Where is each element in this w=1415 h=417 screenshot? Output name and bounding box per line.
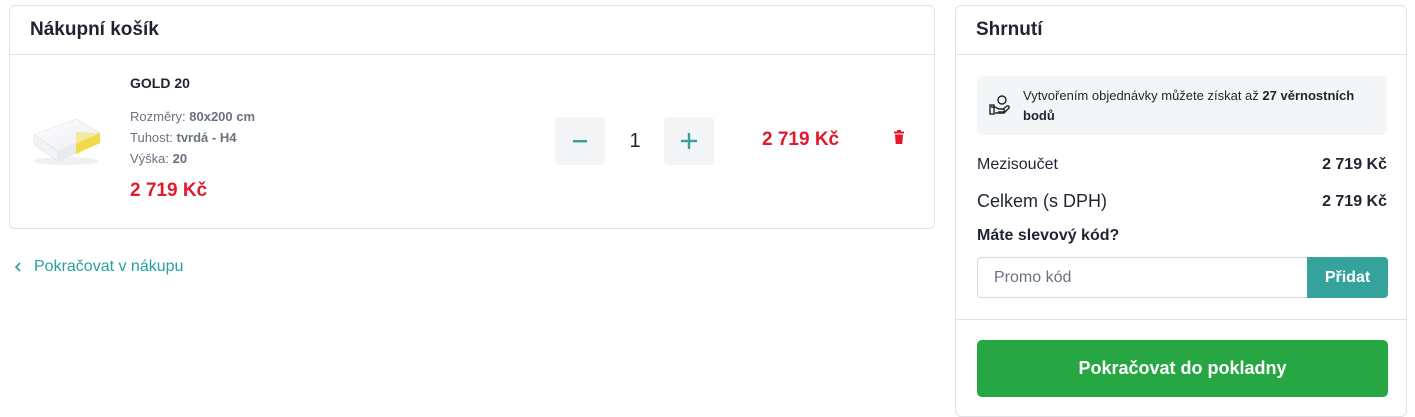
product-attributes: Rozměry: 80x200 cm Tuhost: tvrdá - H4 Vý… <box>130 106 255 169</box>
summary-panel: Shrnutí Vytvořením objednávky můžete zís… <box>955 5 1407 417</box>
line-total: 2 719 Kč <box>762 129 840 150</box>
add-promo-button[interactable]: Přidat <box>1307 257 1388 298</box>
cart-item: GOLD 20 Rozměry: 80x200 cm Tuhost: tvrdá… <box>10 55 934 229</box>
decrease-quantity-button[interactable] <box>555 117 605 165</box>
attribute-firmness: Tuhost: tvrdá - H4 <box>130 130 237 145</box>
increase-quantity-button[interactable] <box>664 117 714 165</box>
subtotal-row: Mezisoučet 2 719 Kč <box>977 156 1387 174</box>
plus-icon <box>681 133 697 149</box>
summary-title: Shrnutí <box>976 19 1043 40</box>
loyalty-text: Vytvořením objednávky můžete získat až 2… <box>1023 88 1355 123</box>
minus-icon <box>573 140 587 143</box>
product-name[interactable]: GOLD 20 <box>130 75 190 91</box>
promo-code-form: Přidat <box>977 257 1388 298</box>
attribute-height: Výška: 20 <box>130 151 188 166</box>
total-value: 2 719 Kč <box>1322 192 1387 210</box>
total-label: Celkem (s DPH) <box>977 191 1108 211</box>
summary-header: Shrnutí <box>956 6 1406 55</box>
hand-coin-icon <box>989 95 1010 115</box>
trash-icon[interactable] <box>890 129 908 147</box>
promo-code-input[interactable] <box>977 257 1307 298</box>
continue-shopping-label: Pokračovat v nákupu <box>34 258 184 275</box>
quantity-value[interactable]: 1 <box>615 117 655 165</box>
continue-shopping-link[interactable]: Pokračovat v nákupu <box>12 258 183 276</box>
divider <box>956 319 1406 320</box>
product-image[interactable] <box>30 111 102 167</box>
discount-code-label: Máte slevový kód? <box>977 227 1120 244</box>
cart-title: Nákupní košík <box>30 19 159 40</box>
checkout-button[interactable]: Pokračovat do pokladny <box>977 340 1388 397</box>
loyalty-points-notice: Vytvořením objednávky můžete získat až 2… <box>977 76 1387 135</box>
unit-price: 2 719 Kč <box>130 180 208 201</box>
attribute-dimensions: Rozměry: 80x200 cm <box>130 109 256 124</box>
total-row: Celkem (s DPH) 2 719 Kč <box>977 191 1387 212</box>
subtotal-label: Mezisoučet <box>977 156 1058 173</box>
subtotal-value: 2 719 Kč <box>1322 156 1387 173</box>
cart-panel: Nákupní košík GOLD 20 Rozměry: 80x200 cm… <box>9 5 935 229</box>
chevron-left-icon <box>14 262 21 272</box>
cart-header: Nákupní košík <box>10 6 934 55</box>
